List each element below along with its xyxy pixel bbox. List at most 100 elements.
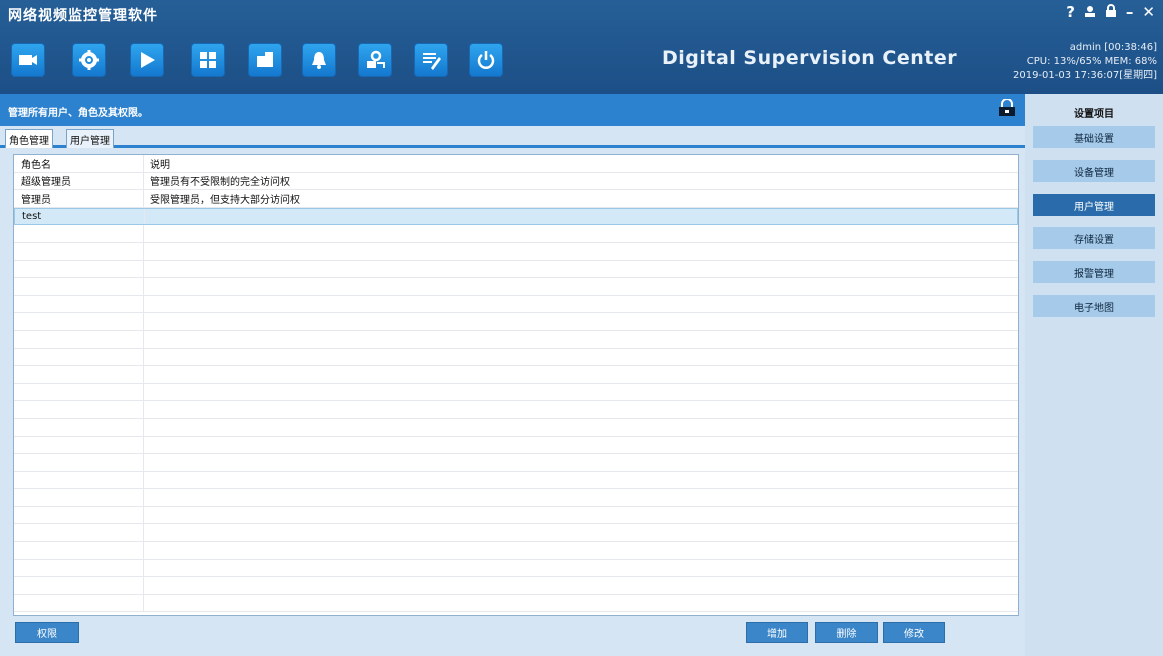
empty-cell — [144, 472, 150, 489]
table-header-row: 角色名 说明 — [14, 155, 1018, 173]
table-row-selected[interactable]: test — [14, 207, 1018, 226]
empty-table-row — [14, 506, 1018, 525]
close-button[interactable]: ✕ — [1142, 3, 1155, 21]
empty-cell — [14, 454, 144, 471]
sidebar-item-storage-settings[interactable]: 存储设置 — [1033, 227, 1155, 249]
sidebar-item-electronic-map[interactable]: 电子地图 — [1033, 295, 1155, 317]
empty-cell — [14, 242, 144, 260]
modify-button[interactable]: 修改 — [883, 622, 945, 643]
lock-screen-icon[interactable] — [1105, 3, 1117, 21]
empty-cell — [144, 524, 150, 541]
camera-button[interactable] — [11, 43, 45, 77]
empty-cell — [144, 419, 150, 436]
empty-cell — [14, 225, 144, 242]
tab-bar: 角色管理 用户管理 — [0, 126, 1025, 148]
table-row[interactable]: 超级管理员 管理员有不受限制的完全访问权 — [14, 172, 1018, 191]
empty-table-row — [14, 559, 1018, 578]
power-icon — [477, 51, 495, 69]
empty-table-row — [14, 577, 1018, 595]
brand-title: Digital Supervision Center — [662, 47, 958, 69]
sidebar-item-alarm-management[interactable]: 报警管理 — [1033, 261, 1155, 283]
empty-table-row — [14, 471, 1018, 490]
playback-button[interactable] — [130, 43, 164, 77]
settings-button[interactable] — [72, 43, 106, 77]
user-key-icon — [367, 50, 385, 68]
empty-cell — [14, 418, 144, 436]
role-description-cell — [145, 209, 151, 225]
empty-cell — [144, 542, 150, 559]
empty-cell — [144, 331, 150, 348]
empty-table-row — [14, 454, 1018, 472]
empty-table-row — [14, 295, 1018, 314]
user-key-button[interactable] — [358, 43, 392, 77]
empty-cell — [144, 595, 150, 612]
delete-button[interactable]: 删除 — [815, 622, 878, 643]
app-title: 网络视频监控管理软件 — [8, 8, 158, 24]
alarm-icon — [312, 52, 326, 69]
sidebar-item-device-management[interactable]: 设备管理 — [1033, 160, 1155, 182]
empty-cell — [14, 348, 144, 366]
empty-cell — [144, 454, 150, 471]
layout-button[interactable] — [191, 43, 225, 77]
sidebar-item-basic-settings[interactable]: 基础设置 — [1033, 126, 1155, 148]
layout-icon — [200, 52, 216, 68]
empty-table-row — [14, 330, 1018, 349]
sidebar-item-user-management[interactable]: 用户管理 — [1033, 194, 1155, 216]
role-description-cell: 受限管理员，但支持大部分访问权 — [150, 194, 300, 206]
window-controls: ? – ✕ — [1066, 3, 1155, 21]
power-button[interactable] — [469, 43, 503, 77]
role-table: 角色名 说明 超级管理员 管理员有不受限制的完全访问权 管理员 受限管理员，但支… — [13, 154, 1019, 616]
empty-cell — [144, 577, 150, 594]
empty-cell — [14, 295, 144, 313]
empty-cell — [144, 296, 150, 313]
column-header-description[interactable]: 说明 — [144, 155, 170, 172]
empty-table-row — [14, 594, 1018, 613]
alarm-button[interactable] — [302, 43, 336, 77]
empty-cell — [14, 594, 144, 612]
storage-icon — [257, 52, 273, 67]
user-icon[interactable] — [1084, 3, 1096, 21]
empty-cell — [144, 349, 150, 366]
empty-cell — [14, 313, 144, 330]
empty-cell — [144, 507, 150, 524]
tab-user-management[interactable]: 用户管理 — [66, 129, 114, 148]
status-box: admin [00:38:46] CPU: 13%/65% MEM: 68% 2… — [1013, 41, 1157, 83]
empty-cell — [14, 436, 144, 454]
empty-table-row — [14, 260, 1018, 279]
gear-icon — [79, 50, 99, 70]
empty-table-row — [14, 436, 1018, 455]
empty-table-row — [14, 383, 1018, 402]
edit-button[interactable] — [414, 43, 448, 77]
datetime-text: 2019-01-03 17:36:07[星期四] — [1012, 70, 1157, 81]
empty-table-row — [14, 225, 1018, 243]
storage-button[interactable] — [248, 43, 282, 77]
empty-cell — [14, 471, 144, 489]
empty-cell — [14, 489, 144, 506]
role-name-cell: 管理员 — [14, 190, 144, 207]
empty-cell — [144, 366, 150, 383]
empty-cell — [14, 559, 144, 577]
empty-table-row — [14, 401, 1018, 419]
empty-cell — [144, 261, 150, 278]
permission-button[interactable]: 权限 — [15, 622, 79, 643]
add-button[interactable]: 增加 — [746, 622, 808, 643]
help-button[interactable]: ? — [1066, 3, 1075, 21]
main-panel: 管理所有用户、角色及其权限。 角色管理 用户管理 角色名 说明 超级管理员 管理… — [0, 94, 1025, 656]
empty-cell — [144, 243, 150, 260]
empty-cell — [144, 560, 150, 577]
empty-rows — [14, 225, 1018, 613]
empty-table-row — [14, 242, 1018, 261]
empty-table-row — [14, 313, 1018, 331]
minimize-button[interactable]: – — [1126, 3, 1134, 21]
play-icon — [141, 52, 155, 68]
role-name-cell: test — [15, 208, 145, 225]
lock-icon[interactable] — [997, 98, 1017, 120]
empty-cell — [14, 278, 144, 295]
empty-table-row — [14, 418, 1018, 437]
settings-title: 设置项目 — [1074, 109, 1114, 120]
table-row[interactable]: 管理员 受限管理员，但支持大部分访问权 — [14, 190, 1018, 208]
tab-role-management[interactable]: 角色管理 — [5, 129, 53, 148]
column-header-role-name[interactable]: 角色名 — [14, 155, 144, 172]
empty-cell — [144, 278, 150, 295]
empty-cell — [14, 506, 144, 524]
